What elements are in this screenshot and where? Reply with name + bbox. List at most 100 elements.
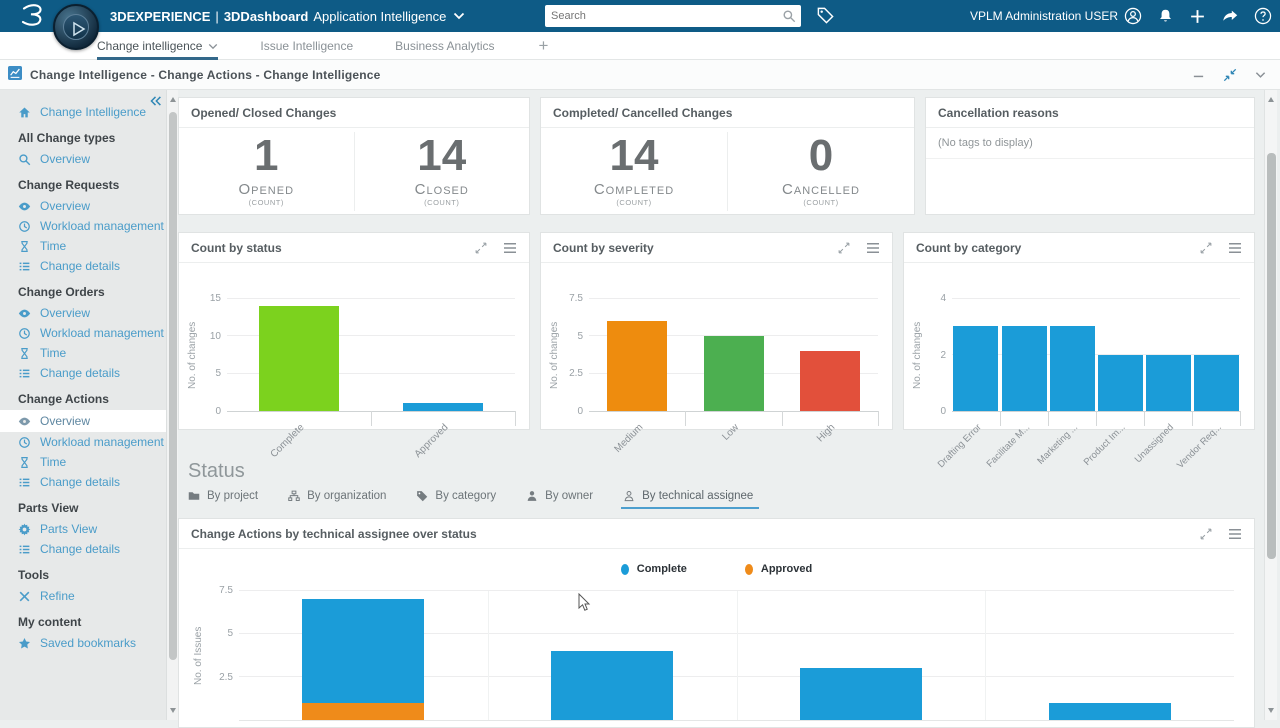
scrollbar-thumb[interactable] xyxy=(1267,153,1276,559)
x-axis-divider xyxy=(878,411,879,426)
tab-by-category[interactable]: By category xyxy=(416,490,496,509)
notifications-bell-icon[interactable] xyxy=(1157,8,1174,25)
user-name[interactable]: VPLM Administration USER xyxy=(970,0,1118,32)
restore-icon[interactable] xyxy=(1223,68,1237,82)
sidebar-item-overview[interactable]: Overview xyxy=(0,303,166,323)
scroll-up-arrow[interactable] xyxy=(170,97,176,102)
chevron-down-icon[interactable] xyxy=(453,12,465,20)
sidebar-item-parts-view[interactable]: Parts View xyxy=(0,519,166,539)
sidebar-item-label: Time xyxy=(40,239,66,253)
user-circle-icon[interactable] xyxy=(1124,7,1142,25)
card-completed-cancelled-changes: Completed/ Cancelled Changes 14 COMPLETE… xyxy=(540,97,915,215)
add-plus-icon[interactable] xyxy=(1189,8,1206,25)
main-scrollbar[interactable] xyxy=(1264,90,1277,720)
menu-icon[interactable] xyxy=(1228,528,1242,540)
sidebar-item-overview[interactable]: Overview xyxy=(0,410,166,432)
gear-icon xyxy=(18,523,31,536)
scroll-down-arrow[interactable] xyxy=(1268,708,1274,713)
chevron-down-icon[interactable] xyxy=(1255,71,1266,79)
tab-by-project[interactable]: By project xyxy=(188,490,258,509)
search-input[interactable] xyxy=(545,10,782,22)
sidebar-item-overview[interactable]: Overview xyxy=(0,149,166,169)
app-title[interactable]: 3DEXPERIENCE | 3DDashboard Application I… xyxy=(110,0,465,32)
search-bar[interactable] xyxy=(545,5,801,27)
bar-Medium[interactable] xyxy=(607,321,667,411)
x-tick-label: Marketing ... xyxy=(1035,422,1080,467)
sidebar-item-saved-bookmarks[interactable]: Saved bookmarks xyxy=(0,633,166,653)
bar-Complete[interactable] xyxy=(259,306,339,411)
legend-item-approved[interactable]: Approved xyxy=(745,563,812,575)
sidebar-scrollbar[interactable] xyxy=(166,90,178,720)
tab-by-technical-assignee[interactable]: By technical assignee xyxy=(623,490,753,509)
bar-Facilitate M...[interactable] xyxy=(1002,326,1047,411)
bar-Vendor Req...[interactable] xyxy=(1194,355,1239,412)
bar-Unassigned[interactable] xyxy=(1146,355,1191,412)
sidebar-item-label: Parts View xyxy=(40,522,97,536)
bar-segment-complete[interactable] xyxy=(551,651,673,720)
sidebar-item-time[interactable]: Time xyxy=(0,452,166,472)
tab-change-intelligence[interactable]: Change intelligence xyxy=(97,32,218,60)
sidebar-item-workload-management[interactable]: Workload management xyxy=(0,432,166,452)
bar-Marketing ...[interactable] xyxy=(1050,326,1095,411)
tab-business-analytics[interactable]: Business Analytics xyxy=(395,32,494,60)
sidebar-item-change-intelligence[interactable]: Change Intelligence xyxy=(0,102,166,122)
chart-title: Count by category xyxy=(916,241,1021,255)
sidebar-item-workload-management[interactable]: Workload management xyxy=(0,216,166,236)
expand-icon[interactable] xyxy=(838,242,850,254)
compass-logo[interactable] xyxy=(53,4,99,50)
help-icon[interactable] xyxy=(1254,7,1272,25)
sidebar-item-workload-management[interactable]: Workload management xyxy=(0,323,166,343)
tag-icon[interactable] xyxy=(816,6,835,25)
bar-Drafting Error[interactable] xyxy=(953,326,998,411)
bar-Low[interactable] xyxy=(704,336,764,411)
x-tick-label: Facilitate M... xyxy=(984,422,1032,470)
expand-icon[interactable] xyxy=(475,242,487,254)
y-tick-label: 0 xyxy=(181,406,221,417)
hourglass-icon xyxy=(18,240,31,253)
sidebar: Change IntelligenceAll Change typesOverv… xyxy=(0,90,178,720)
bar-segment-approved[interactable] xyxy=(302,703,424,720)
bar-segment-complete[interactable] xyxy=(1049,703,1171,720)
history-icon xyxy=(18,220,31,233)
sidebar-section-header: Change Requests xyxy=(0,169,166,196)
dashboard-tab-bar: Change intelligence Issue Intelligence B… xyxy=(0,32,1280,60)
tab-by-organization[interactable]: By organization xyxy=(288,490,386,509)
sidebar-item-refine[interactable]: Refine xyxy=(0,586,166,606)
add-tab-button[interactable]: + xyxy=(539,32,549,60)
kpi-completed: 14 COMPLETED (COUNT) xyxy=(541,128,727,215)
bar-Product Im...[interactable] xyxy=(1098,355,1143,412)
bar-High[interactable] xyxy=(800,351,860,411)
sidebar-item-label: Refine xyxy=(40,589,75,603)
scroll-up-arrow[interactable] xyxy=(1268,97,1274,102)
sidebar-item-time[interactable]: Time xyxy=(0,236,166,256)
list-icon xyxy=(18,543,31,556)
scroll-down-arrow[interactable] xyxy=(170,708,176,713)
sidebar-item-change-details[interactable]: Change details xyxy=(0,539,166,559)
tab-issue-intelligence[interactable]: Issue Intelligence xyxy=(260,32,353,60)
minimize-icon[interactable] xyxy=(1192,69,1205,82)
column-separator xyxy=(737,591,738,720)
search-icon[interactable] xyxy=(782,9,796,23)
sidebar-section-header: Change Orders xyxy=(0,276,166,303)
sidebar-item-time[interactable]: Time xyxy=(0,343,166,363)
bar-Approved[interactable] xyxy=(403,403,483,411)
menu-icon[interactable] xyxy=(866,242,880,254)
tab-by-owner[interactable]: By owner xyxy=(526,490,593,509)
sidebar-item-change-details[interactable]: Change details xyxy=(0,256,166,276)
sidebar-item-change-details[interactable]: Change details xyxy=(0,472,166,492)
chevron-down-icon[interactable] xyxy=(208,43,218,50)
bar-segment-complete[interactable] xyxy=(800,668,922,720)
sidebar-item-change-details[interactable]: Change details xyxy=(0,363,166,383)
share-icon[interactable] xyxy=(1221,7,1239,25)
play-icon xyxy=(69,20,87,38)
legend-item-complete[interactable]: Complete xyxy=(621,563,687,575)
menu-icon[interactable] xyxy=(503,242,517,254)
expand-icon[interactable] xyxy=(1200,242,1212,254)
expand-icon[interactable] xyxy=(1200,528,1212,540)
sidebar-item-overview[interactable]: Overview xyxy=(0,196,166,216)
menu-icon[interactable] xyxy=(1228,242,1242,254)
scrollbar-thumb[interactable] xyxy=(169,112,177,660)
list-icon xyxy=(18,476,31,489)
widget-title-bar: Change Intelligence - Change Actions - C… xyxy=(0,60,1280,90)
bar-segment-complete[interactable] xyxy=(302,599,424,703)
